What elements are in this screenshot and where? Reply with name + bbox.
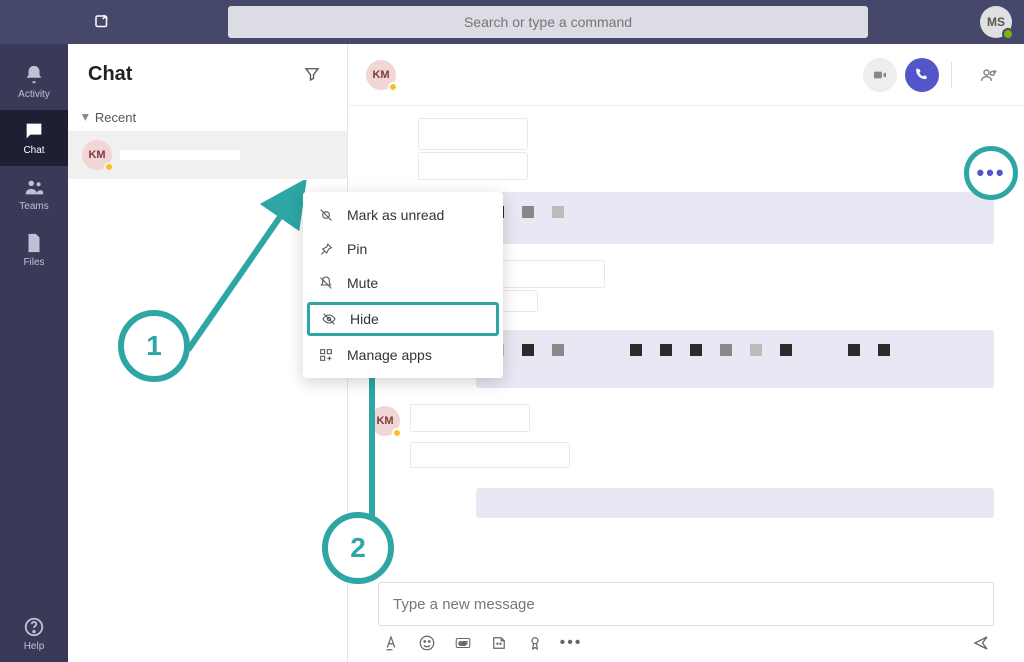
rail-label: Files <box>23 257 44 268</box>
titlebar: MS <box>0 0 1024 44</box>
menu-label: Mute <box>347 275 378 291</box>
convo-header: KM <box>348 44 1024 106</box>
outgoing-message-redacted <box>476 330 994 388</box>
menu-label: Manage apps <box>347 347 432 363</box>
presence-away-icon <box>388 82 398 92</box>
more-compose-button[interactable]: ••• <box>562 634 580 652</box>
menu-mute[interactable]: Mute <box>303 266 503 300</box>
annotation-step-2: 2 <box>322 512 394 584</box>
convo-title-redacted <box>406 70 606 80</box>
rail-label: Chat <box>23 145 44 156</box>
annotation-number: 1 <box>146 330 162 362</box>
avatar-me[interactable]: MS <box>980 6 1012 38</box>
avatar-me-initials: MS <box>987 15 1005 29</box>
mute-icon <box>317 274 335 292</box>
rail-label: Help <box>24 641 45 652</box>
outgoing-message-redacted <box>476 488 994 518</box>
rail-label: Teams <box>19 201 48 212</box>
format-button[interactable] <box>382 634 400 652</box>
hide-icon <box>320 310 338 328</box>
avatar-initials: KM <box>88 149 105 161</box>
chevron-down-icon: ▶ <box>80 114 91 121</box>
presence-away-icon <box>104 162 114 172</box>
menu-pin[interactable]: Pin <box>303 232 503 266</box>
incoming-message-redacted <box>410 404 530 432</box>
presence-available-icon <box>1002 28 1014 40</box>
avatar: KM <box>366 60 396 90</box>
section-recent[interactable]: ▶ Recent <box>68 104 347 131</box>
apps-icon <box>317 346 335 364</box>
section-label: Recent <box>95 110 136 125</box>
menu-hide[interactable]: Hide <box>307 302 499 336</box>
divider <box>951 62 952 88</box>
pin-icon <box>317 240 335 258</box>
avatar-initials: KM <box>372 69 389 81</box>
add-people-button[interactable] <box>972 58 1006 92</box>
menu-label: Hide <box>350 311 379 327</box>
audio-call-button[interactable] <box>905 58 939 92</box>
menu-label: Pin <box>347 241 367 257</box>
compose-placeholder: Type a new message <box>393 596 535 613</box>
annotation-number: 2 <box>350 532 366 564</box>
gif-button[interactable]: GIF <box>454 634 472 652</box>
avatar: KM <box>82 140 112 170</box>
svg-text:GIF: GIF <box>459 641 469 647</box>
chat-row[interactable]: KM <box>68 131 347 179</box>
incoming-message-redacted <box>418 118 528 150</box>
outgoing-message-redacted <box>476 192 994 244</box>
ellipsis-icon: ••• <box>976 160 1005 186</box>
search-input[interactable] <box>228 6 868 38</box>
menu-label: Mark as unread <box>347 207 444 223</box>
send-button[interactable] <box>972 634 990 652</box>
annotation-step-1: 1 <box>118 310 190 382</box>
video-call-button[interactable] <box>863 58 897 92</box>
filter-button[interactable] <box>297 59 327 89</box>
annotation-arrow <box>180 180 320 360</box>
emoji-button[interactable] <box>418 634 436 652</box>
incoming-message-redacted <box>410 442 570 468</box>
rail-label: Activity <box>18 89 50 100</box>
rail-chat[interactable]: Chat <box>0 110 68 166</box>
sticker-button[interactable] <box>490 634 508 652</box>
page-title: Chat <box>88 63 132 86</box>
incoming-message-redacted <box>498 290 538 312</box>
app-rail: Activity Chat Teams Files Help <box>0 44 68 662</box>
incoming-message-redacted <box>418 152 528 180</box>
menu-manage-apps[interactable]: Manage apps <box>303 338 503 372</box>
compose-toolbar: GIF ••• <box>378 626 994 652</box>
rail-teams[interactable]: Teams <box>0 166 68 222</box>
rail-files[interactable]: Files <box>0 222 68 278</box>
rail-help[interactable]: Help <box>0 606 68 662</box>
message-input[interactable]: Type a new message <box>378 582 994 626</box>
praise-button[interactable] <box>526 634 544 652</box>
rail-activity[interactable]: Activity <box>0 54 68 110</box>
menu-mark-unread[interactable]: Mark as unread <box>303 198 503 232</box>
chat-more-button[interactable]: ••• <box>964 146 1018 200</box>
chat-context-menu: Mark as unread Pin Mute Hide Manage apps <box>303 192 503 378</box>
unread-icon <box>317 206 335 224</box>
chat-name-redacted <box>120 150 240 160</box>
new-chat-button[interactable] <box>88 8 116 36</box>
